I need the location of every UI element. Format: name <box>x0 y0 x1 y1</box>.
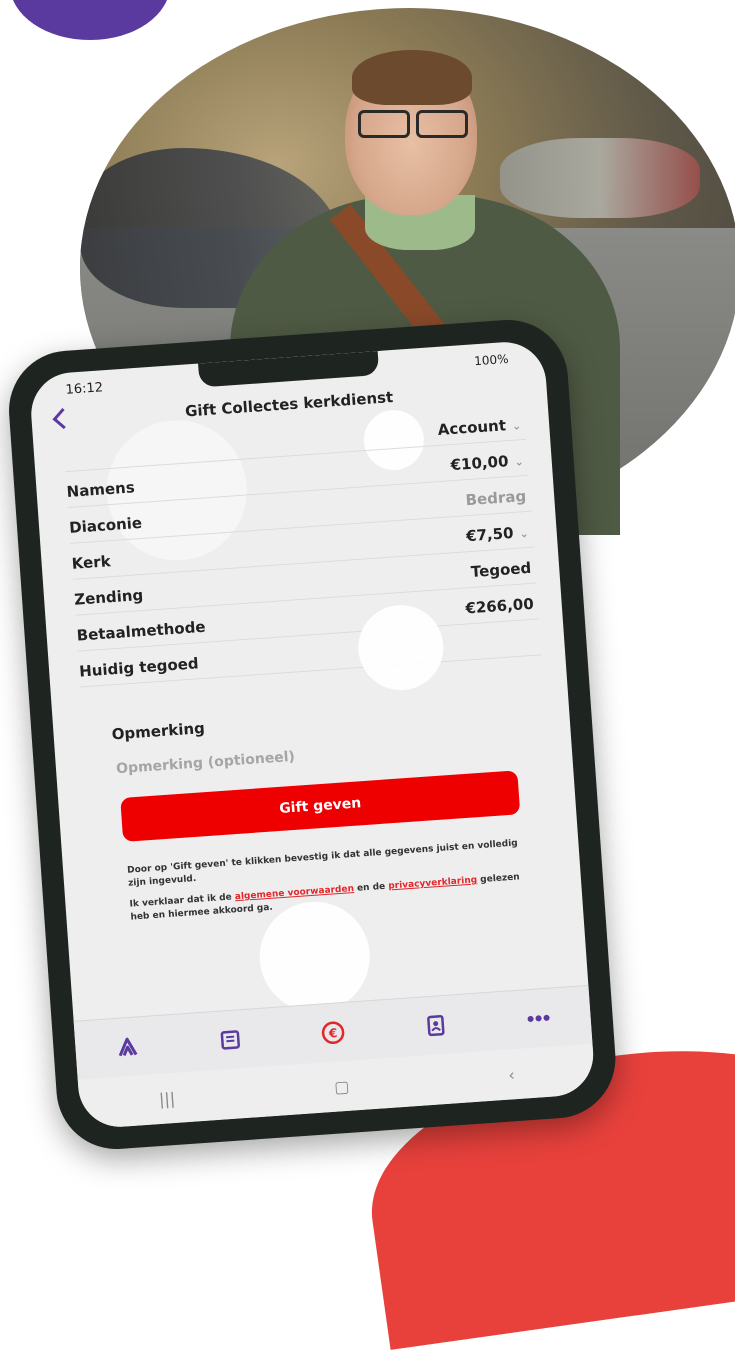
form-row-label: Betaalmethode <box>76 617 207 645</box>
form-row-value-text: €7,50 <box>465 523 515 546</box>
form-row-value[interactable]: €266,00 <box>465 595 534 618</box>
recent-apps-icon[interactable]: ||| <box>158 1088 175 1108</box>
form-row-label: Namens <box>66 478 136 502</box>
form-row-value[interactable]: Bedrag <box>465 487 527 509</box>
remark-label: Opmerking <box>111 718 206 744</box>
person-hair <box>352 50 472 105</box>
form-row-label: Zending <box>73 585 144 609</box>
form-row-value[interactable]: €10,00 ⌄ <box>450 451 524 474</box>
home-nav-icon[interactable]: ▢ <box>333 1076 349 1096</box>
app-screen: 16:12 100% Gift Collectes kerkdienst Acc… <box>28 339 596 1130</box>
terms-link[interactable]: algemene voorwaarden <box>235 884 355 902</box>
form-row-label: Huidig tegoed <box>78 654 200 681</box>
form-row-value[interactable]: Tegoed <box>470 559 531 581</box>
disclaimer-text: en de <box>353 881 389 894</box>
contacts-icon[interactable] <box>422 1012 450 1040</box>
form-row-value-text: €266,00 <box>464 594 535 618</box>
back-nav-icon[interactable]: ‹ <box>508 1065 516 1084</box>
form-row-value-text: €10,00 <box>450 452 510 475</box>
chevron-down-icon: ⌄ <box>519 526 530 541</box>
form-row-value-text: Tegoed <box>470 558 532 582</box>
form-row-value-text: Bedrag <box>465 487 527 510</box>
chevron-down-icon: ⌄ <box>514 455 525 469</box>
form-row-value[interactable]: €7,50 ⌄ <box>465 523 529 545</box>
chevron-down-icon: ⌄ <box>511 419 522 433</box>
gift-submit-button[interactable]: Gift geven <box>120 770 521 842</box>
form-row-label: Diaconie <box>68 513 143 537</box>
phone-mockup: 16:12 100% Gift Collectes kerkdienst Acc… <box>5 315 620 1154</box>
purple-decor-blob <box>10 0 170 40</box>
status-time: 16:12 <box>65 380 104 398</box>
home-icon[interactable] <box>113 1033 141 1061</box>
svg-text:€: € <box>327 1026 337 1041</box>
status-battery: 100% <box>473 351 509 369</box>
more-icon[interactable] <box>525 1004 553 1032</box>
news-icon[interactable] <box>216 1026 244 1054</box>
euro-icon[interactable]: € <box>319 1019 347 1047</box>
privacy-link[interactable]: privacyverklaring <box>388 875 478 891</box>
form-row-value[interactable]: Account ⌄ <box>437 415 522 439</box>
form-row-label: Kerk <box>71 552 112 573</box>
form-row-value-text: Account <box>437 416 507 439</box>
glasses <box>358 110 470 138</box>
